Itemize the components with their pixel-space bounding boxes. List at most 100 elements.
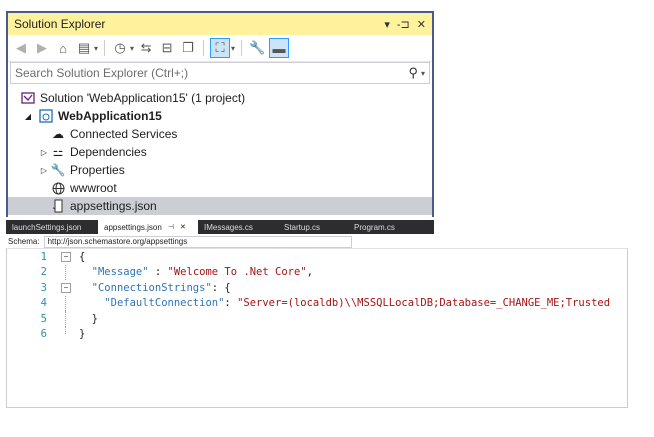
home-icon[interactable]: ⌂ [54,39,72,57]
tab-launchsettings[interactable]: launchSettings.json [6,220,98,234]
solution-icon [20,90,36,106]
solution-explorer-title-bar: Solution Explorer ▾ -⊐ ✕ [8,13,432,35]
tree-item-label: WebApplication15 [58,109,162,123]
line-number: 3 [40,281,47,294]
json-file-icon [50,198,66,214]
tree-item-solution[interactable]: Solution 'WebApplication15' (1 project) [8,89,432,107]
collapse-all-icon[interactable]: ⊟ [158,39,176,57]
schema-bar: Schema: http://json.schemastore.org/apps… [6,235,628,249]
search-placeholder: Search Solution Explorer (Ctrl+;) [15,66,189,80]
json-punctuation: , [306,266,313,279]
dependencies-icon: ⚍ [52,145,64,159]
toolbar-divider [241,40,243,56]
close-icon[interactable]: ✕ [180,223,186,231]
tree-item-label: Connected Services [70,127,178,141]
pin-icon[interactable]: ⊣ [168,223,174,231]
json-separator: : [211,281,225,294]
chevron-down-icon[interactable]: ▾ [421,69,425,78]
code-text: { [79,250,86,263]
search-solution-explorer-input[interactable]: Search Solution Explorer (Ctrl+;) ⚲ ▾ [10,62,430,84]
json-key: "ConnectionStrings" [91,281,212,294]
web-project-icon [38,108,54,124]
code-line: 2 "Message" : "Welcome To .Net Core", [7,264,627,280]
code-line: 5 } [7,311,627,327]
chevron-down-icon[interactable]: ▾ [231,44,235,53]
tree-item-label: wwwroot [70,181,117,195]
tree-item-connected-services[interactable]: ☁ Connected Services [8,125,432,143]
chevron-down-icon[interactable]: ▾ [94,44,98,53]
pending-changes-filter-icon[interactable]: ◷ [111,39,129,57]
close-icon[interactable]: ✕ [417,18,426,31]
chevron-down-icon[interactable]: ▾ [130,44,134,53]
hide-panel-icon[interactable]: ▬ [269,38,290,58]
collapsed-arrow-icon[interactable]: ▷ [38,148,50,157]
code-line: 4 "DefaultConnection": "Server=(localdb)… [7,295,627,311]
code-editor[interactable]: 1 − { 2 "Message" : "Welcome To .Net Cor… [6,249,628,408]
tab-imessages[interactable]: IMessages.cs [198,220,278,234]
wrench-icon: 🔧 [50,163,66,177]
back-icon[interactable]: ◀ [12,39,30,57]
cloud-icon: ☁ [52,127,64,141]
code-text: } [91,312,98,325]
tab-label: IMessages.cs [204,222,253,232]
code-text: } [79,328,86,341]
tree-item-dependencies[interactable]: ▷ ⚍ Dependencies [8,143,432,161]
fold-guide [65,326,67,334]
search-icon[interactable]: ⚲ [408,65,418,81]
sync-icon[interactable]: ⇆ [137,39,155,57]
tab-label: appsettings.json [104,222,162,232]
line-number: 2 [40,266,47,279]
json-string-value: "Welcome To .Net Core" [167,266,307,279]
collapsed-arrow-icon[interactable]: ▷ [38,166,50,175]
auto-hide-pin-icon[interactable]: -⊐ [397,18,410,31]
line-number: 5 [40,312,47,325]
switch-views-icon[interactable]: ▤ [75,39,93,57]
schema-url-field[interactable]: http://json.schemastore.org/appsettings [43,235,352,248]
preview-selected-items-icon[interactable]: ⛶ [210,38,231,58]
expanded-arrow-icon[interactable]: ◢ [22,112,34,121]
line-number: 1 [40,250,47,263]
tab-label: Startup.cs [284,222,321,232]
show-all-files-icon[interactable]: ❐ [179,39,197,57]
wrench-properties-icon[interactable]: 🔧 [248,39,266,57]
line-number: 4 [40,297,47,310]
fold-guide [65,264,67,280]
tab-appsettings[interactable]: appsettings.json ⊣ ✕ [98,220,198,234]
code-line: 6 } [7,326,627,343]
schema-label: Schema: [8,237,40,246]
json-string-value: "Server=(localdb)\\MSSQLLocalDB;Database… [237,297,611,310]
tree-item-properties[interactable]: ▷ 🔧 Properties [8,161,432,179]
tab-label: Program.cs [354,222,395,232]
tab-startup[interactable]: Startup.cs [278,220,348,234]
toolbar-divider [203,40,205,56]
forward-icon[interactable]: ▶ [33,39,51,57]
tree-item-wwwroot[interactable]: wwwroot [8,179,432,197]
tree-item-label: appsettings.json [70,199,157,213]
toolbar-divider [104,40,106,56]
fold-guide [65,311,67,327]
json-separator: : [224,297,238,310]
json-separator: : [148,266,168,279]
tree-item-label: Dependencies [70,145,147,159]
window-position-dropdown-icon[interactable]: ▾ [384,18,390,31]
json-punctuation: { [224,281,231,294]
tab-program[interactable]: Program.cs [348,220,428,234]
tree-item-label: Properties [70,163,125,177]
tree-item-project[interactable]: ◢ WebApplication15 [8,107,432,125]
panel-title: Solution Explorer [14,17,106,31]
solution-explorer-toolbar: ◀ ▶ ⌂ ▤ ▾ ◷ ▾ ⇆ ⊟ ❐ ⛶ ▾ 🔧 ▬ [8,35,432,62]
collapse-region-icon[interactable]: − [61,252,71,262]
line-number: 6 [40,328,47,341]
solution-explorer-panel: Solution Explorer ▾ -⊐ ✕ ◀ ▶ ⌂ ▤ ▾ ◷ ▾ ⇆ ⊟… [6,11,434,217]
code-line: 3 − "ConnectionStrings": { [7,280,627,296]
json-key: "Message" [91,266,149,279]
json-key: "DefaultConnection" [104,297,225,310]
tree-item-appsettings[interactable]: appsettings.json [8,197,432,215]
code-line: 1 − { [7,249,627,265]
globe-icon [50,180,66,196]
editor-bottom-border [6,407,628,408]
tree-item-label: Solution 'WebApplication15' (1 project) [40,91,246,105]
tab-label: launchSettings.json [12,222,82,232]
collapse-region-icon[interactable]: − [61,283,71,293]
editor-tab-strip: launchSettings.json appsettings.json ⊣ ✕… [6,220,434,234]
